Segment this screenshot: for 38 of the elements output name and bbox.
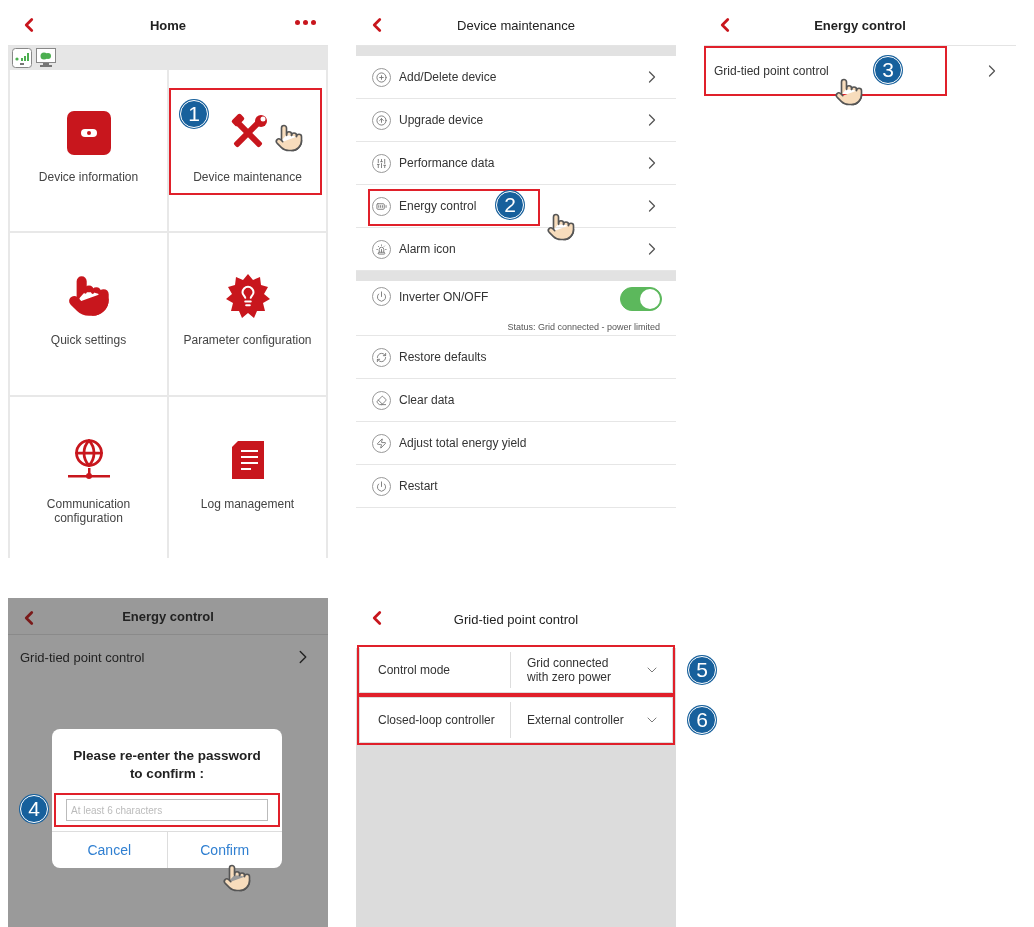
menu-tile[interactable]: Log management [169,396,326,558]
lightbulb-icon [225,273,270,320]
cloud-monitor-icon [36,48,56,68]
toggle-switch[interactable] [620,287,662,311]
menu-row[interactable]: Restart [356,465,676,508]
screen-title: Energy control [122,608,214,624]
dialog-prompt: Please re-enter the password to confirm : [72,747,262,783]
setting-label: Control mode [377,663,452,677]
menu-row[interactable]: Add/Delete device [356,56,676,99]
more-button[interactable] [295,20,316,25]
menu-tile[interactable]: Quick settings [10,233,167,395]
menu-tile[interactable]: Parameter configuration [169,233,326,395]
step-number: 3 [874,56,902,84]
password-field[interactable]: At least 6 characters [66,799,268,821]
screen-title: Home [149,17,187,33]
menu-tile[interactable]: Communication configuration [10,396,167,558]
screen-title: Device maintenance [457,17,575,33]
device-icon [65,110,112,156]
dropdown[interactable]: External controller [511,712,672,728]
menu-row[interactable]: Grid-tied point control [8,635,328,679]
setting-label: Inverter ON/OFF [399,289,490,306]
step-number: 4 [20,795,48,823]
menu-row[interactable]: Upgrade device [356,99,676,142]
menu-row[interactable]: Performance data [356,142,676,185]
status-text: Status: Grid connected - power limited [507,322,660,332]
menu-row[interactable]: Clear data [356,379,676,422]
menu-row[interactable]: Restore defaults [356,336,676,379]
menu-tile[interactable]: Device information [10,70,167,232]
step-number: 6 [688,706,716,734]
menu-row[interactable]: Adjust total energy yield [356,422,676,465]
screen-title: Energy control [814,17,906,33]
step-number: 2 [496,191,524,219]
dropdown[interactable]: Grid connected with zero power [511,656,672,684]
dialog-button[interactable]: Cancel [52,832,167,868]
signal-icon [12,48,32,68]
step-number: 5 [688,656,716,684]
setting-label: Closed-loop controller [377,713,496,727]
screen-title: Grid-tied point control [453,611,579,627]
